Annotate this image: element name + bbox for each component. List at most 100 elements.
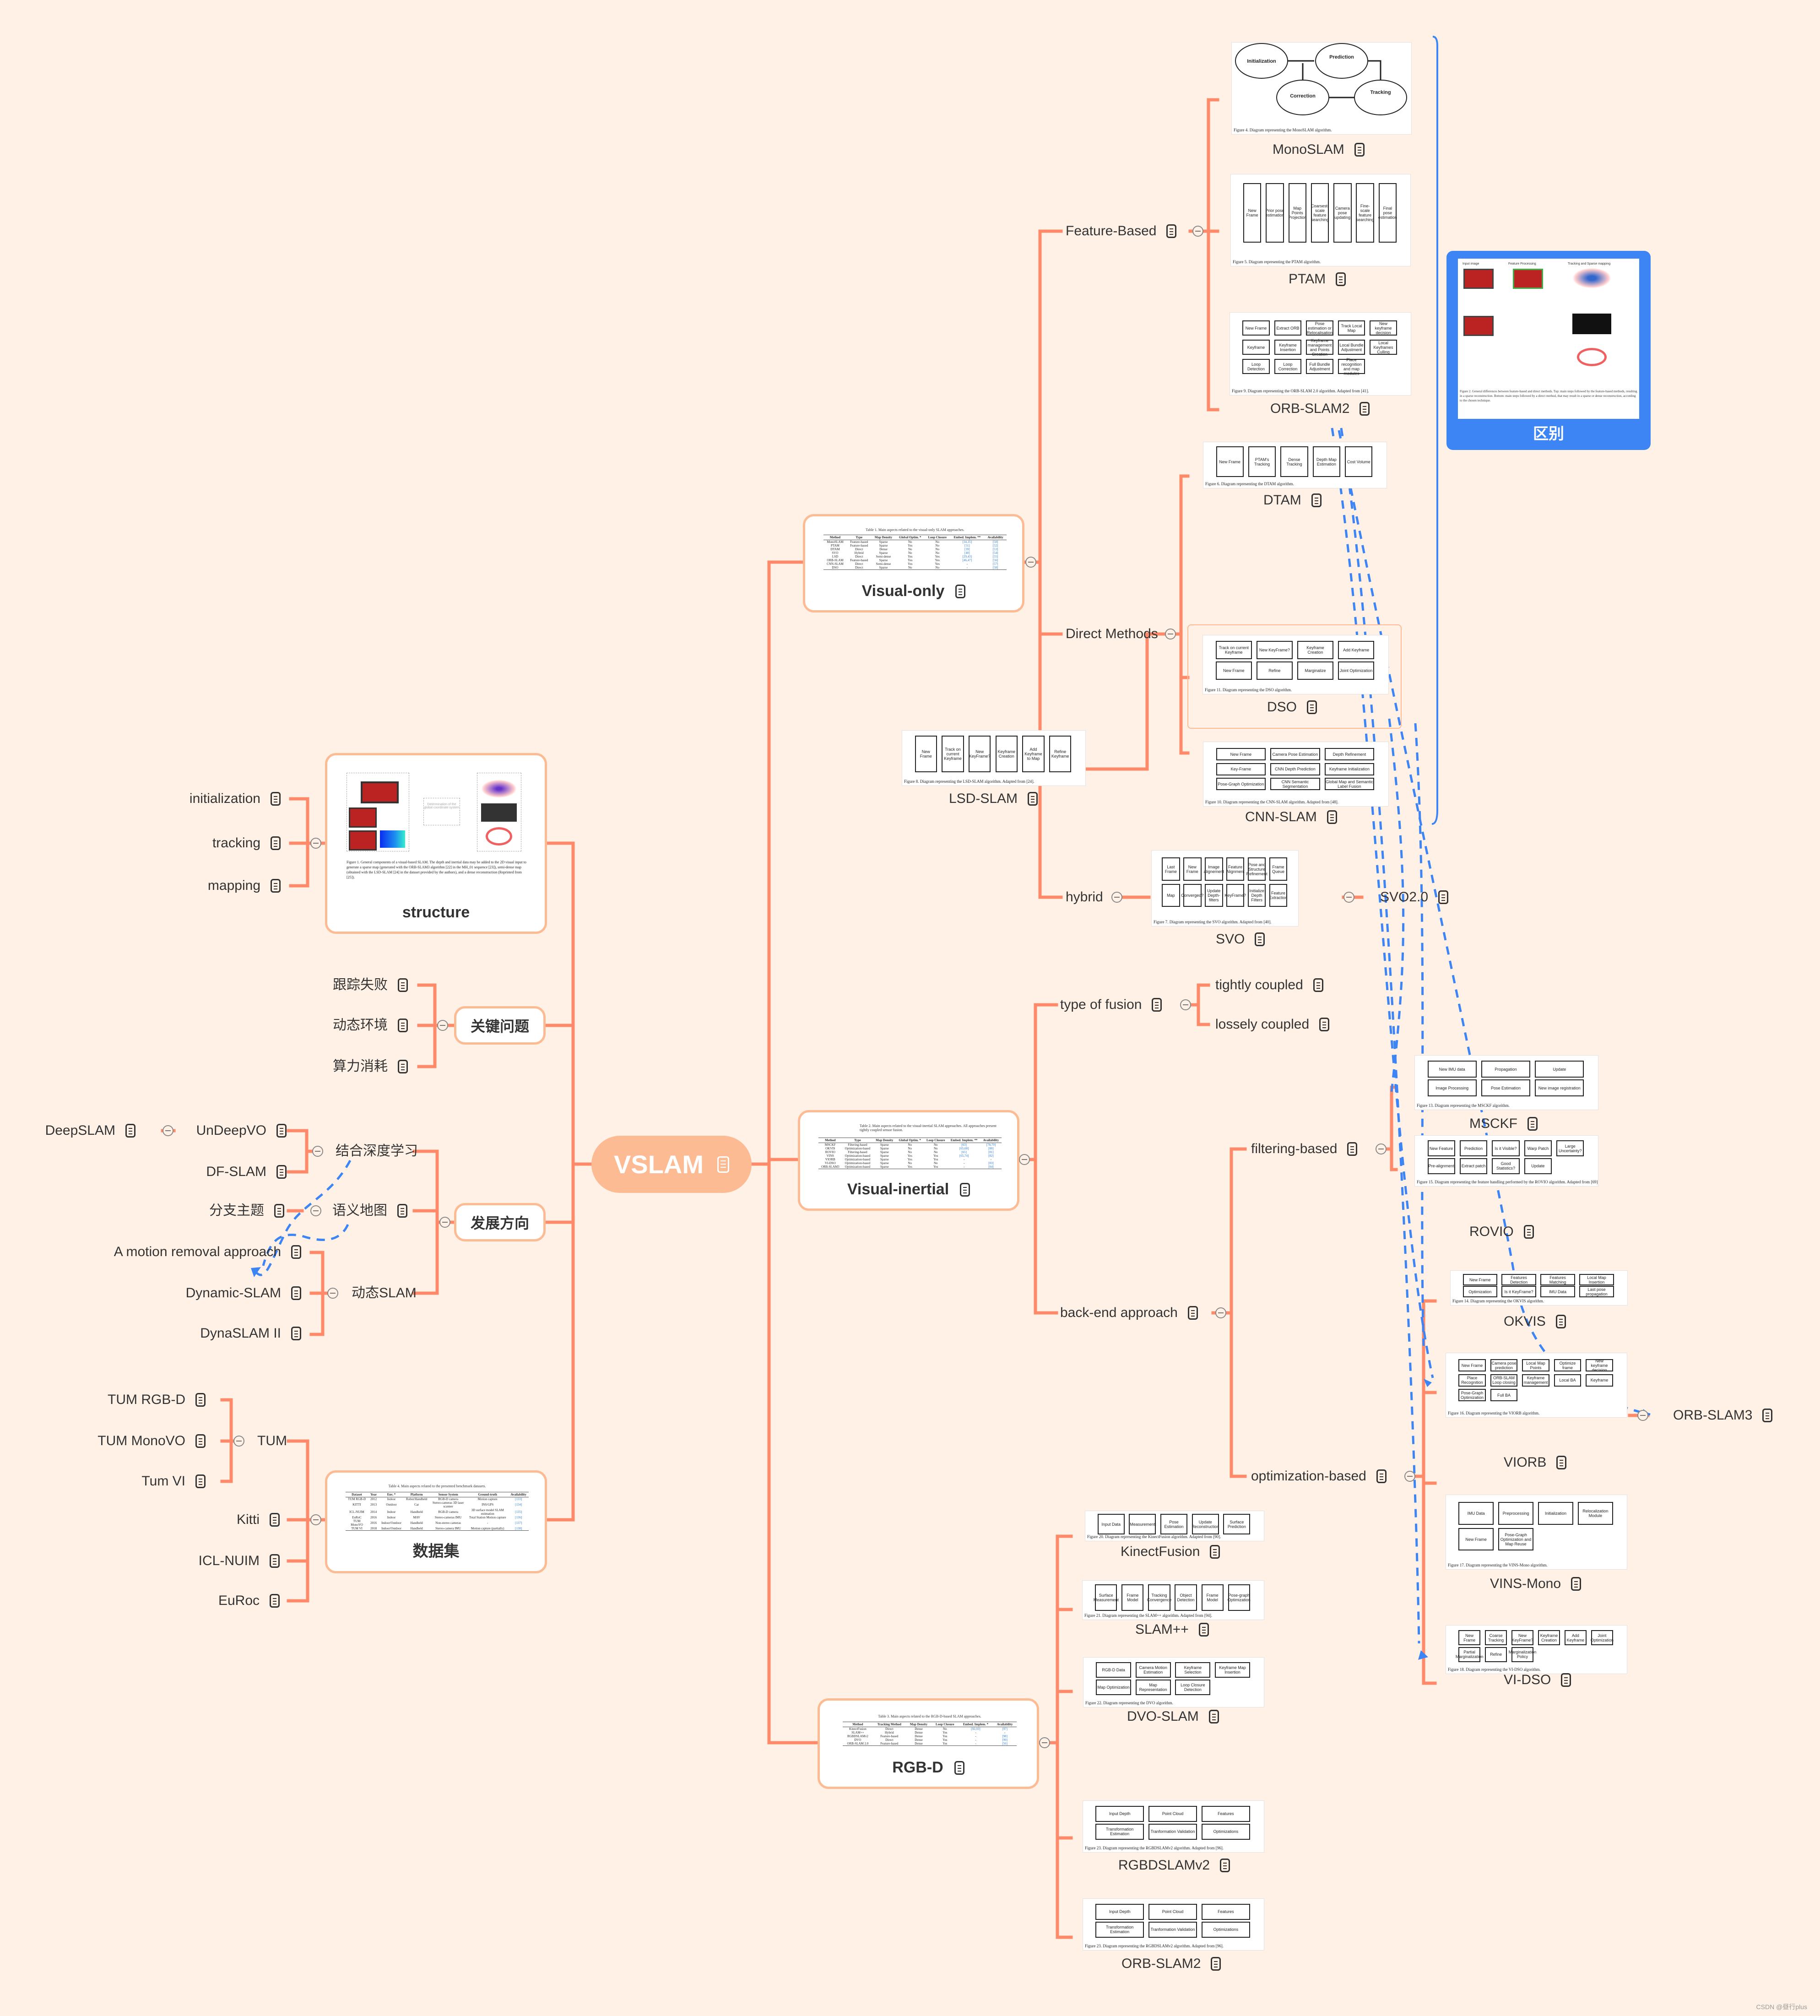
node-viorb[interactable]: VIORB — [1504, 1456, 1567, 1469]
note-icon[interactable] — [1438, 890, 1449, 904]
node-dtam[interactable]: DTAM — [1263, 493, 1322, 507]
collapse-toggle[interactable] — [312, 1146, 323, 1157]
collapse-toggle[interactable] — [1180, 999, 1191, 1010]
note-icon[interactable] — [1376, 1469, 1387, 1483]
node-rgbd-orbslam2[interactable]: ORB-SLAM2 — [1121, 1957, 1221, 1971]
node-euroc[interactable]: EuRoc — [218, 1594, 280, 1608]
node-ptam[interactable]: PTAM — [1289, 272, 1346, 286]
node-kinectfusion[interactable]: KinectFusion — [1121, 1545, 1220, 1559]
collapse-toggle[interactable] — [1637, 1410, 1648, 1421]
node-rovio[interactable]: ROVIO — [1469, 1225, 1534, 1239]
node-svo[interactable]: SVO — [1216, 932, 1265, 946]
node-filtering-based[interactable]: filtering-based — [1251, 1142, 1358, 1156]
root-node[interactable]: VSLAM — [591, 1136, 752, 1193]
visual-only-card[interactable]: Table 1. Main aspects related to the vis… — [803, 514, 1024, 612]
note-icon[interactable] — [1198, 1623, 1209, 1637]
note-icon[interactable] — [1319, 1018, 1330, 1031]
collapse-toggle[interactable] — [310, 1205, 321, 1216]
node-mapping[interactable]: mapping — [208, 879, 281, 893]
difference-panel[interactable]: Input image Feature Processing Tracking … — [1446, 251, 1651, 450]
note-icon[interactable] — [1336, 272, 1346, 286]
node-kitti[interactable]: Kitti — [237, 1513, 280, 1527]
note-icon[interactable] — [954, 1761, 964, 1775]
note-icon[interactable] — [274, 1204, 284, 1218]
node-tum-vi[interactable]: Tum VI — [141, 1474, 206, 1488]
note-icon[interactable] — [1211, 1957, 1221, 1971]
node-dso[interactable]: DSO — [1267, 700, 1317, 714]
note-icon[interactable] — [276, 1165, 287, 1179]
structure-card[interactable]: Determination of the global coordinate s… — [325, 753, 547, 934]
collapse-toggle[interactable] — [1039, 1737, 1050, 1748]
node-direct-methods[interactable]: Direct Methods — [1066, 627, 1158, 641]
collapse-toggle[interactable] — [1376, 1143, 1387, 1154]
node-dynamic-slam-paper[interactable]: Dynamic-SLAM — [186, 1286, 301, 1300]
node-type-of-fusion[interactable]: type of fusion — [1060, 998, 1162, 1012]
note-icon[interactable] — [125, 1124, 135, 1138]
node-vins-mono[interactable]: VINS-Mono — [1490, 1577, 1582, 1591]
note-icon[interactable] — [271, 879, 281, 893]
note-icon[interactable] — [1028, 792, 1038, 806]
node-loosely-coupled[interactable]: lossely coupled — [1215, 1018, 1330, 1031]
node-tracking-failure[interactable]: 跟踪失败 — [333, 978, 408, 992]
note-icon[interactable] — [195, 1474, 206, 1488]
datasets-card[interactable]: Table 4. Main aspects related to the pre… — [325, 1470, 547, 1573]
note-icon[interactable] — [717, 1156, 729, 1173]
node-hybrid[interactable]: hybrid — [1066, 890, 1103, 904]
collapse-toggle[interactable] — [439, 1217, 450, 1228]
node-tum[interactable]: TUM — [257, 1434, 287, 1448]
node-motion-removal[interactable]: A motion removal approach — [114, 1245, 301, 1259]
node-tum-rgbd[interactable]: TUM RGB-D — [108, 1393, 206, 1407]
node-tum-monovo[interactable]: TUM MonoVO — [98, 1434, 206, 1448]
note-icon[interactable] — [1220, 1859, 1230, 1872]
note-icon[interactable] — [276, 1124, 287, 1138]
node-monoslam[interactable]: MonoSLAM — [1273, 143, 1365, 157]
note-icon[interactable] — [1255, 932, 1265, 946]
note-icon[interactable] — [1311, 493, 1322, 507]
note-icon[interactable] — [398, 978, 408, 992]
node-dynamic-environment[interactable]: 动态环境 — [333, 1019, 408, 1032]
node-okvis[interactable]: OKVIS — [1504, 1315, 1566, 1328]
node-initialization[interactable]: initialization — [190, 792, 281, 806]
node-deep-learning[interactable]: 结合深度学习 — [336, 1144, 418, 1158]
visual-inertial-card[interactable]: Table 2. Main aspects related to the vis… — [798, 1110, 1019, 1211]
note-icon[interactable] — [291, 1327, 301, 1340]
rgbd-card[interactable]: Table 3. Main aspects related to the RGB… — [818, 1698, 1039, 1789]
node-msckf[interactable]: MSCKF — [1469, 1117, 1538, 1131]
note-icon[interactable] — [1354, 143, 1365, 157]
note-icon[interactable] — [1327, 810, 1337, 824]
note-icon[interactable] — [270, 1513, 280, 1527]
note-icon[interactable] — [398, 1019, 408, 1032]
node-tightly-coupled[interactable]: tightly coupled — [1215, 978, 1323, 992]
node-backend-approach[interactable]: back-end approach — [1060, 1306, 1198, 1320]
key-issues-node[interactable]: 关键问题 — [454, 1006, 546, 1045]
note-icon[interactable] — [955, 584, 966, 598]
collapse-toggle[interactable] — [1019, 1154, 1030, 1165]
node-vi-dso[interactable]: VI-DSO — [1504, 1673, 1571, 1687]
node-svo2[interactable]: SVO2.0 — [1380, 890, 1449, 904]
note-icon[interactable] — [1210, 1545, 1220, 1559]
node-icl-nuim[interactable]: ICL-NUIM — [199, 1554, 280, 1568]
node-lsdslam[interactable]: LSD-SLAM — [949, 792, 1038, 806]
node-orbslam3[interactable]: ORB-SLAM3 — [1673, 1409, 1773, 1422]
note-icon[interactable] — [271, 792, 281, 806]
note-icon[interactable] — [1523, 1225, 1534, 1239]
note-icon[interactable] — [270, 1594, 280, 1608]
note-icon[interactable] — [1347, 1142, 1358, 1156]
node-dynamic-slam[interactable]: 动态SLAM — [352, 1286, 417, 1300]
node-orbslam2[interactable]: ORB-SLAM2 — [1270, 402, 1370, 416]
collapse-toggle[interactable] — [1025, 557, 1036, 568]
note-icon[interactable] — [1555, 1315, 1566, 1328]
node-optimization-based[interactable]: optimization-based — [1251, 1469, 1387, 1483]
note-icon[interactable] — [1762, 1409, 1773, 1422]
collapse-toggle[interactable] — [310, 838, 321, 849]
node-cnnslam[interactable]: CNN-SLAM — [1245, 810, 1337, 824]
node-slampp[interactable]: SLAM++ — [1135, 1623, 1209, 1637]
directions-node[interactable]: 发展方向 — [454, 1203, 546, 1241]
note-icon[interactable] — [1187, 1306, 1198, 1320]
collapse-toggle[interactable] — [1165, 629, 1176, 639]
note-icon[interactable] — [1561, 1673, 1571, 1687]
note-icon[interactable] — [195, 1393, 206, 1407]
collapse-toggle[interactable] — [1111, 892, 1122, 903]
note-icon[interactable] — [1208, 1710, 1219, 1723]
collapse-toggle[interactable] — [437, 1020, 448, 1031]
